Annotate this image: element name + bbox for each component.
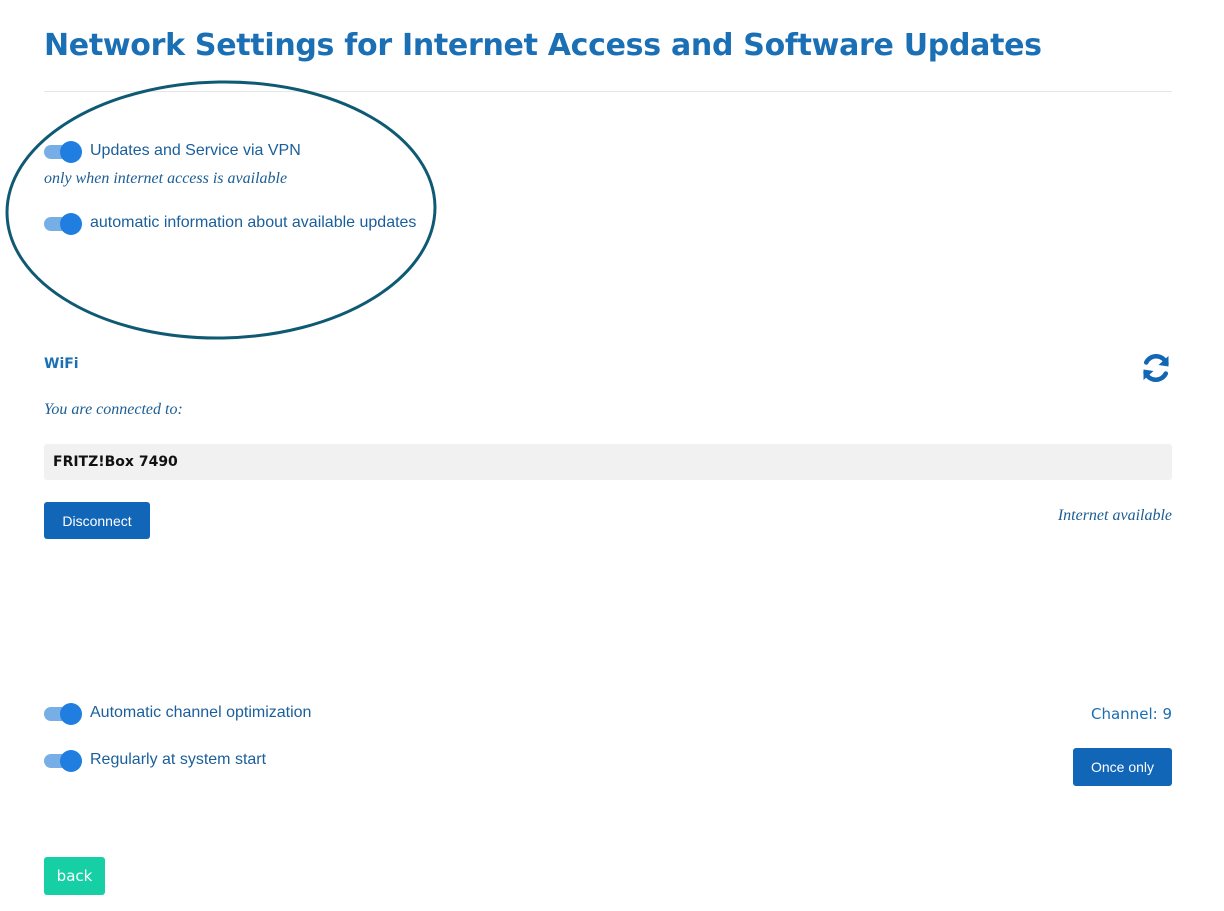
wifi-section-title: WiFi: [44, 356, 79, 372]
refresh-icon[interactable]: [1140, 352, 1172, 384]
auto-info-toggle[interactable]: [44, 213, 82, 235]
channel-indicator: Channel: 9: [1091, 705, 1172, 723]
auto-info-row: automatic information about available up…: [44, 213, 417, 235]
title-divider: [44, 91, 1172, 92]
disconnect-button[interactable]: Disconnect: [44, 502, 150, 539]
channel-optimization-row: Automatic channel optimization: [44, 703, 312, 725]
channel-optimization-label: Automatic channel optimization: [90, 704, 312, 721]
system-start-label: Regularly at system start: [90, 751, 267, 768]
vpn-updates-toggle[interactable]: [44, 141, 82, 163]
internet-status: Internet available: [1057, 507, 1172, 524]
once-only-button[interactable]: Once only: [1073, 748, 1172, 786]
vpn-hint: only when internet access is available: [44, 170, 288, 187]
page-title: Network Settings for Internet Access and…: [44, 28, 1042, 63]
connected-label: You are connected to:: [44, 401, 183, 418]
auto-info-label: automatic information about available up…: [90, 214, 417, 231]
channel-optimization-toggle[interactable]: [44, 703, 82, 725]
system-start-row: Regularly at system start: [44, 750, 267, 772]
connected-network-name: FRITZ!Box 7490: [44, 444, 1172, 480]
vpn-updates-label: Updates and Service via VPN: [90, 142, 301, 159]
system-start-toggle[interactable]: [44, 750, 82, 772]
vpn-updates-row: Updates and Service via VPN: [44, 141, 301, 163]
back-button[interactable]: back: [44, 857, 105, 895]
